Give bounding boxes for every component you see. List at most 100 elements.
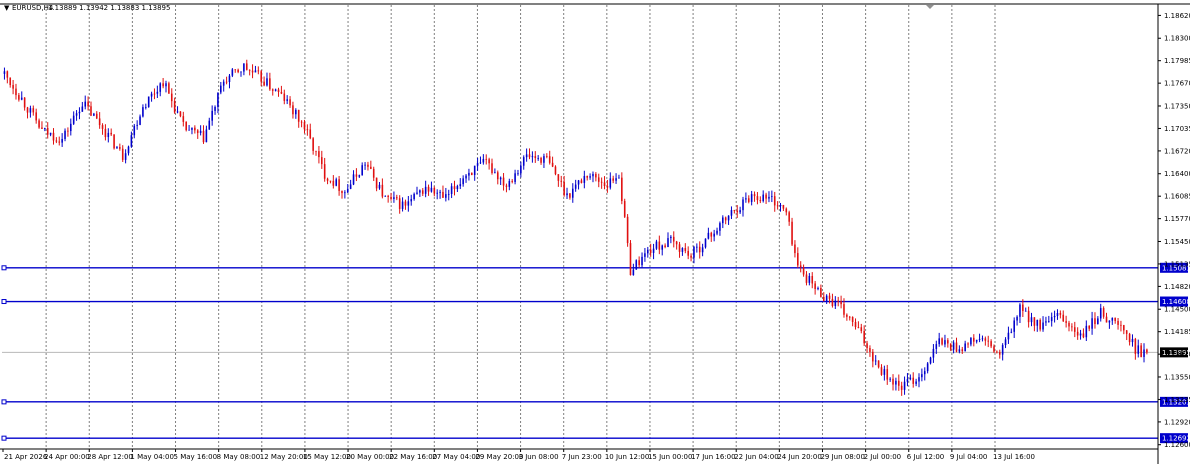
candle-body xyxy=(635,260,638,270)
candle xyxy=(1125,329,1128,341)
y-tick-label: 1.16720 xyxy=(1164,147,1190,155)
x-tick-label: 1 May 04:00 xyxy=(130,453,174,461)
y-tick-label: 1.13235 xyxy=(1164,396,1190,404)
candle xyxy=(32,105,35,116)
candle-body xyxy=(698,246,701,253)
candle-body xyxy=(623,201,626,217)
candle xyxy=(119,143,121,151)
candle xyxy=(733,209,736,214)
candle xyxy=(1036,319,1039,332)
candle-body xyxy=(104,128,107,138)
line-anchor-handle[interactable] xyxy=(1,265,7,271)
candle-body xyxy=(1059,313,1062,315)
line-anchor-handle[interactable] xyxy=(1,399,7,405)
candle-body xyxy=(502,177,505,186)
candle-body xyxy=(560,180,563,182)
candle xyxy=(459,178,462,190)
candle-body xyxy=(1111,317,1114,321)
candle xyxy=(710,231,713,242)
candle xyxy=(1053,310,1056,323)
candle xyxy=(964,340,966,352)
candle xyxy=(840,295,842,309)
candle-body xyxy=(696,246,698,248)
candle-body xyxy=(9,77,12,86)
candle-body xyxy=(889,378,891,380)
candle-body xyxy=(993,346,995,352)
candle xyxy=(419,189,421,197)
candle-body xyxy=(485,158,488,160)
candle xyxy=(372,166,375,181)
triangle-down-icon[interactable]: ▼ xyxy=(4,4,10,12)
candle xyxy=(612,175,614,184)
candle xyxy=(15,83,17,100)
candle xyxy=(589,173,591,180)
candle-body xyxy=(450,186,453,194)
candle-body xyxy=(632,269,635,276)
candle xyxy=(664,243,666,249)
candle xyxy=(237,68,239,74)
candle xyxy=(202,125,205,144)
candle-body xyxy=(202,130,205,143)
candle xyxy=(886,364,889,385)
candle xyxy=(84,95,87,110)
candle xyxy=(9,77,12,88)
price-chart[interactable]: 1.15081 1.14608 1.13201 1.12692 1.13895 1.18… xyxy=(0,0,1190,464)
candle xyxy=(996,350,998,354)
line-anchor-handle[interactable] xyxy=(1,299,7,305)
x-tick-label: 5 May 16:00 xyxy=(174,453,218,461)
candle-body xyxy=(1128,333,1131,343)
candle xyxy=(127,145,130,156)
candle-body xyxy=(1033,317,1036,326)
candle-body xyxy=(110,132,112,135)
candle xyxy=(618,174,620,179)
candle-body xyxy=(430,187,433,192)
candle xyxy=(476,157,479,171)
candle xyxy=(306,124,309,136)
candle xyxy=(199,125,202,136)
candle-body xyxy=(1048,321,1050,322)
x-tick-label: 28 Apr 12:00 xyxy=(87,453,133,461)
candle xyxy=(182,111,185,127)
candle-body xyxy=(147,96,150,108)
y-tick-label: 1.14185 xyxy=(1164,328,1190,336)
candle-body xyxy=(488,159,490,164)
chart-canvas[interactable]: 1.150811.146081.132011.126921.13895 1.18… xyxy=(0,0,1190,464)
line-anchor-handle[interactable] xyxy=(1,435,7,441)
candle xyxy=(1099,303,1102,322)
horizontal-levels[interactable]: 1.150811.146081.132011.126921.13895 xyxy=(1,262,1190,444)
candle xyxy=(277,87,280,97)
candle-body xyxy=(136,124,138,126)
candle-body xyxy=(672,236,675,242)
candle-body xyxy=(508,181,511,187)
candle xyxy=(326,177,329,185)
triangle-down-icon[interactable] xyxy=(926,5,934,9)
candle xyxy=(121,145,124,163)
candle-body xyxy=(1146,349,1148,353)
candle-body xyxy=(554,166,557,175)
candle-body xyxy=(447,193,450,195)
axes: 1.18620 1.18300 1.17985 1.17670 1.17350 1.170… xyxy=(0,3,1190,464)
candle xyxy=(975,339,978,344)
candle-body xyxy=(557,174,560,181)
candle-body xyxy=(935,344,938,349)
candle-body xyxy=(944,340,946,345)
candle xyxy=(857,321,860,329)
x-tick-label: 27 May 04:00 xyxy=(432,453,480,461)
candle-body xyxy=(49,132,52,135)
candle-body xyxy=(332,180,335,186)
candle xyxy=(1048,315,1050,323)
candle-body xyxy=(577,180,580,185)
candle-body xyxy=(162,83,164,87)
candle-body xyxy=(713,233,715,237)
candle xyxy=(194,125,196,134)
candle xyxy=(352,170,355,186)
candle xyxy=(150,91,153,102)
candle-body xyxy=(196,130,199,133)
candle-body xyxy=(886,369,889,380)
candle xyxy=(1062,310,1065,323)
candle xyxy=(941,337,943,346)
candle xyxy=(817,286,819,291)
candle-body xyxy=(1016,316,1018,321)
candle-body xyxy=(67,130,69,132)
candle xyxy=(1059,310,1062,319)
